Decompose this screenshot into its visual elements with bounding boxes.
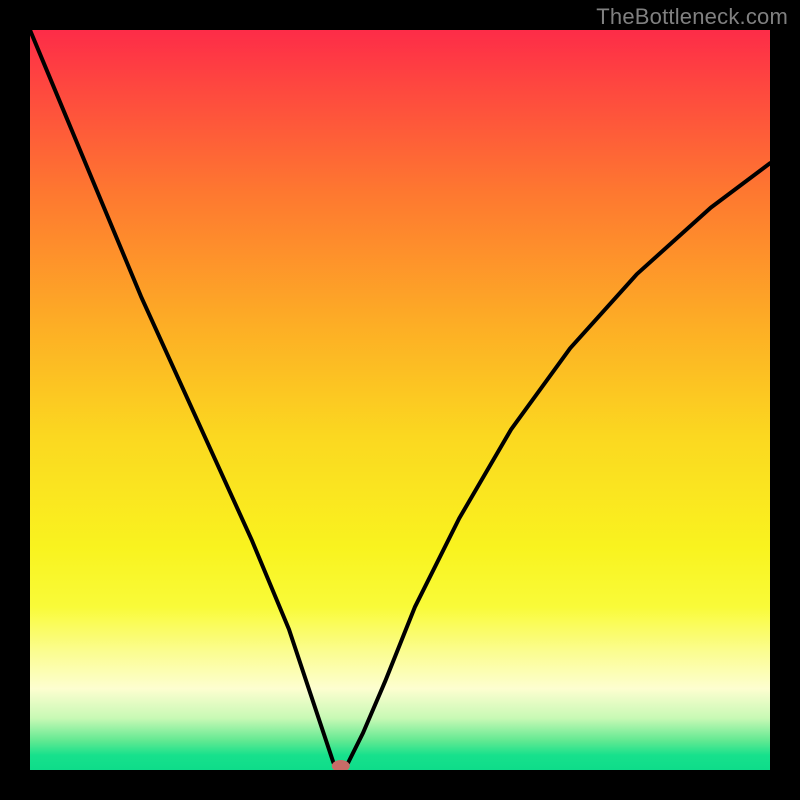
chart-frame: TheBottleneck.com: [0, 0, 800, 800]
chart-svg: [30, 30, 770, 770]
watermark-text: TheBottleneck.com: [596, 4, 788, 30]
plot-area: [30, 30, 770, 770]
bottleneck-curve: [30, 30, 770, 770]
